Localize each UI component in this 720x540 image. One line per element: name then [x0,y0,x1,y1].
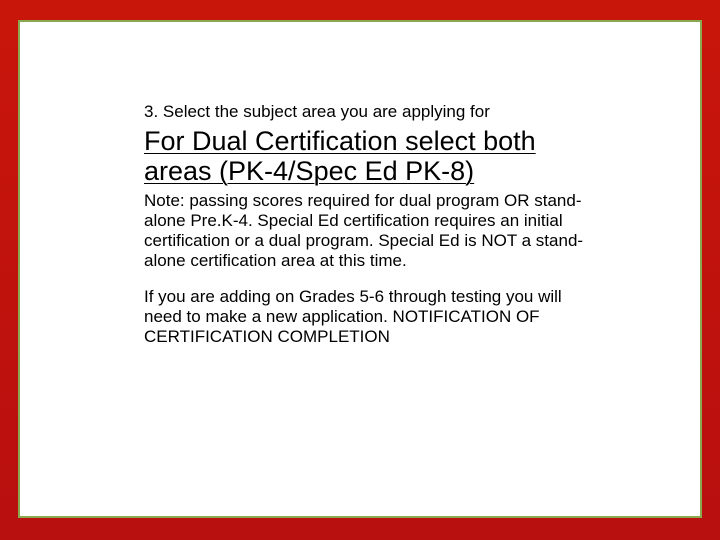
step-instruction: 3. Select the subject area you are apply… [144,102,584,122]
addon-text: If you are adding on Grades 5-6 through … [144,287,584,347]
text-block: 3. Select the subject area you are apply… [144,102,584,347]
dual-cert-headline: For Dual Certification select both areas… [144,126,584,186]
slide-background: 3. Select the subject area you are apply… [0,0,720,540]
content-panel: 3. Select the subject area you are apply… [18,20,702,518]
note-text: Note: passing scores required for dual p… [144,191,584,271]
